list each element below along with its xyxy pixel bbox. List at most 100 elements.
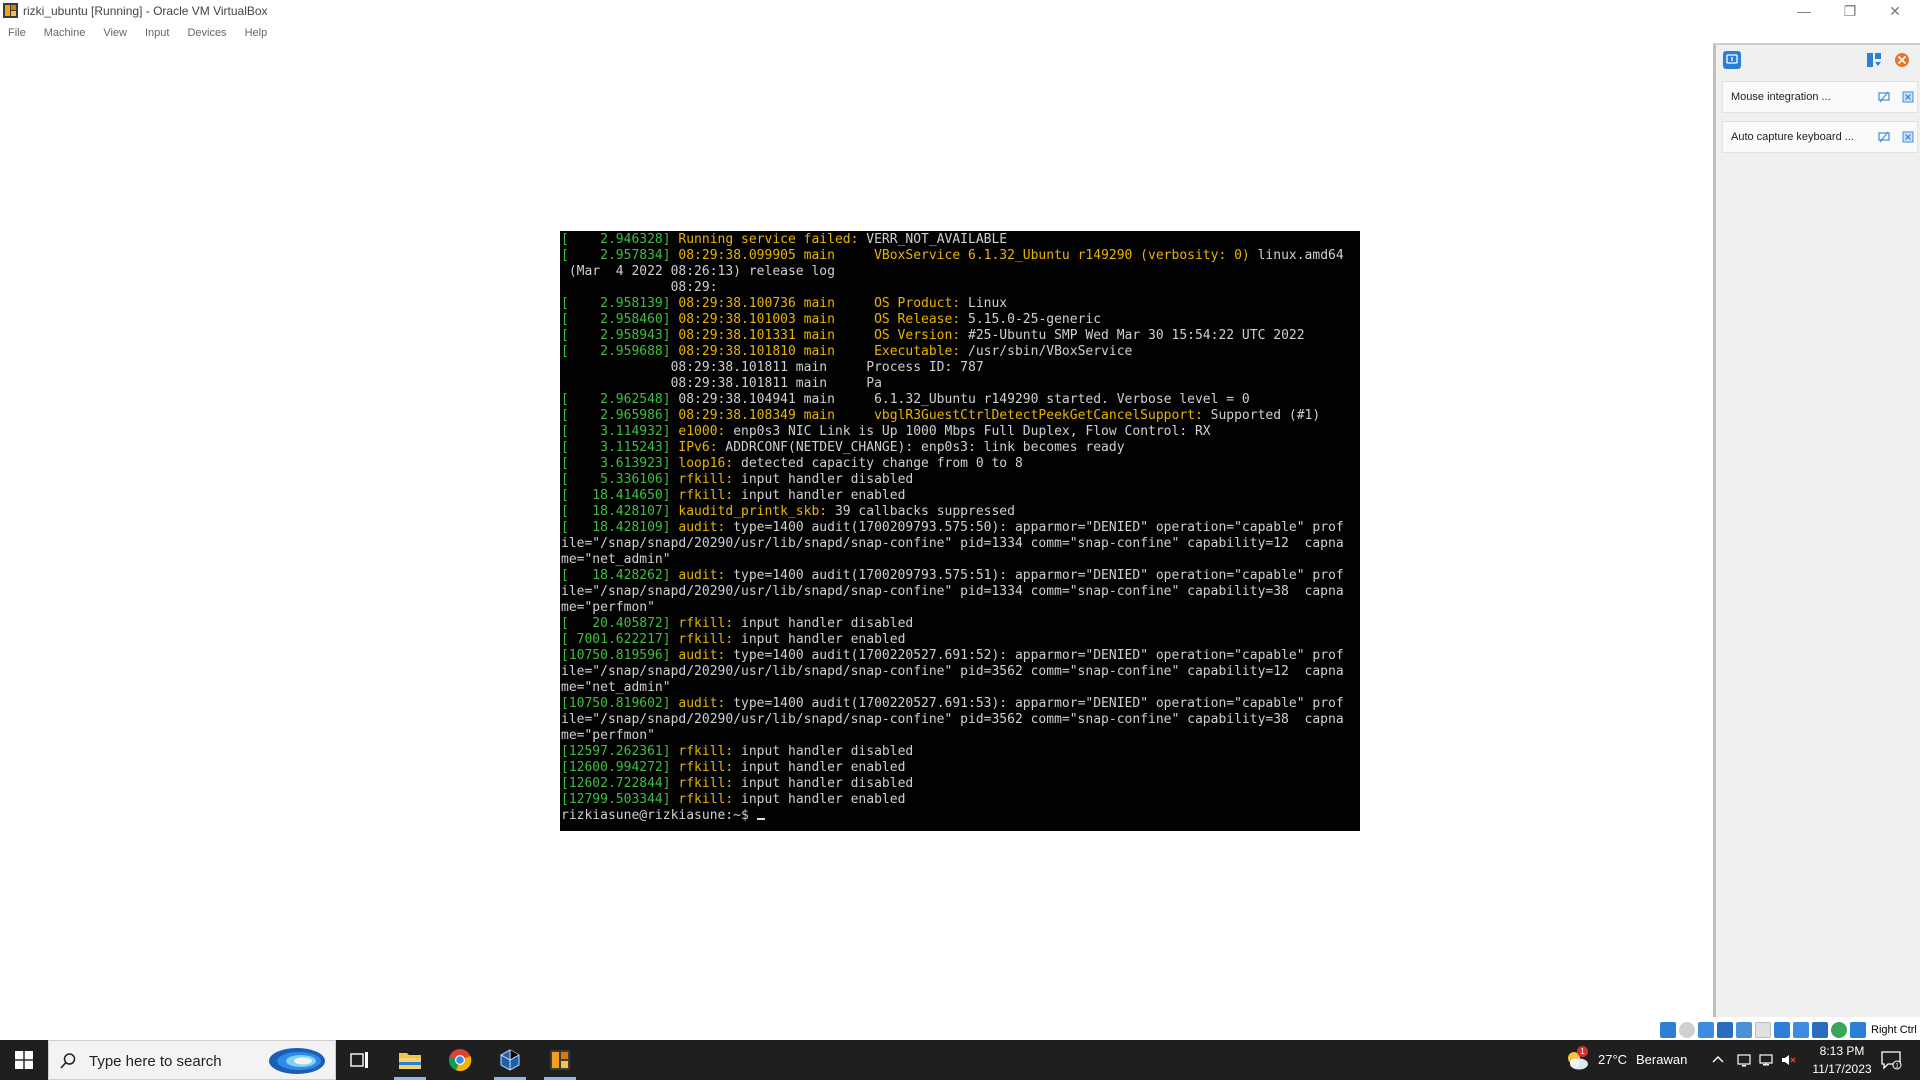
info-icon[interactable]: [1723, 51, 1741, 69]
close-notification-icon[interactable]: [1899, 128, 1917, 146]
console-line: [ 3.613923] loop16: detected capacity ch…: [561, 456, 1360, 472]
start-button[interactable]: [0, 1040, 48, 1080]
close-all-notifications-icon[interactable]: [1892, 51, 1912, 69]
recording-icon[interactable]: [1793, 1022, 1809, 1038]
shared-folders-icon[interactable]: [1755, 1022, 1771, 1038]
console-source: 08:29:38.101331 main OS Version:: [678, 328, 961, 343]
search-icon: [60, 1053, 76, 1069]
meet-now-icon[interactable]: [1736, 1052, 1752, 1068]
optical-drive-icon[interactable]: [1679, 1022, 1695, 1038]
close-button[interactable]: ✕: [1872, 0, 1918, 22]
volume-muted-icon[interactable]: [1780, 1052, 1796, 1068]
clock-date[interactable]: 11/17/2023: [1806, 1062, 1878, 1076]
keyboard-capture-icon[interactable]: [1850, 1022, 1866, 1038]
console-timestamp: [12600.994272]: [561, 760, 679, 775]
cpu-icon[interactable]: [1812, 1022, 1828, 1038]
mouse-integration-icon[interactable]: [1831, 1022, 1847, 1038]
console-line: ile="/snap/snapd/20290/usr/lib/snapd/sna…: [561, 712, 1360, 728]
console-message: detected capacity change from 0 to 8: [733, 456, 1023, 471]
console-message: 5.15.0-25-generic: [960, 312, 1102, 327]
menu-devices[interactable]: Devices: [181, 27, 232, 39]
host-key-label: Right Ctrl: [1871, 1024, 1917, 1036]
console-message: ile="/snap/snapd/20290/usr/lib/snapd/sna…: [561, 664, 1344, 679]
virtualbox-manager-button[interactable]: [486, 1040, 534, 1080]
shell-prompt[interactable]: rizkiasune@rizkiasune:~$: [561, 808, 1360, 824]
close-notification-icon[interactable]: [1899, 88, 1917, 106]
menu-file[interactable]: File: [2, 27, 32, 39]
menu-help[interactable]: Help: [239, 27, 274, 39]
console-message: Linux: [960, 296, 1008, 311]
console-source: rfkill:: [678, 744, 734, 759]
console-source: 08:29:38.101003 main OS Release:: [678, 312, 961, 327]
console-source: 08:29:38.099905 main VBoxService 6.1.32_…: [678, 248, 1250, 263]
notification-text: Auto capture keyboard ...: [1731, 131, 1854, 143]
network-icon[interactable]: [1717, 1022, 1733, 1038]
console-message: type=1400 audit(1700209793.575:51): appa…: [725, 568, 1344, 583]
console-timestamp: [ 18.428107]: [561, 504, 679, 519]
menu-machine[interactable]: Machine: [38, 27, 92, 39]
weather-condition[interactable]: Berawan: [1636, 1052, 1687, 1067]
task-view-button[interactable]: [336, 1040, 384, 1080]
console-line: ile="/snap/snapd/20290/usr/lib/snapd/sna…: [561, 584, 1360, 600]
console-line: me="perfmon": [561, 728, 1360, 744]
collapse-panel-icon[interactable]: [1864, 51, 1884, 69]
taskbar-search[interactable]: Type here to search: [48, 1040, 336, 1080]
chevron-up-icon[interactable]: [1710, 1052, 1726, 1068]
network-icon[interactable]: [1758, 1052, 1774, 1068]
console-message: 08:29:: [561, 280, 718, 295]
action-center-icon[interactable]: 1: [1880, 1050, 1902, 1070]
console-line: 08:29:38.101811 main Pa: [561, 376, 1360, 392]
prompt-text: rizkiasune@rizkiasune:~$: [561, 808, 757, 823]
virtualbox-vm-button[interactable]: [536, 1040, 584, 1080]
notification-auto-capture-keyboard[interactable]: Auto capture keyboard ...: [1722, 121, 1918, 153]
clock-time[interactable]: 8:13 PM: [1812, 1044, 1872, 1058]
weather-temperature[interactable]: 27°C: [1598, 1052, 1627, 1067]
menu-bar: File Machine View Input Devices Help: [0, 22, 1920, 44]
audio-icon[interactable]: [1698, 1022, 1714, 1038]
console-timestamp: [ 18.428262]: [561, 568, 679, 583]
console-timestamp: [12799.503344]: [561, 792, 679, 807]
console-timestamp: [ 2.958139]: [561, 296, 679, 311]
console-message: 08:29:38.101811 main Pa: [561, 376, 882, 391]
restore-button[interactable]: ❐: [1827, 0, 1873, 22]
console-timestamp: [ 2.959688]: [561, 344, 679, 359]
menu-view[interactable]: View: [97, 27, 133, 39]
console-line: [ 2.957834] 08:29:38.099905 main VBoxSer…: [561, 248, 1360, 264]
do-not-show-again-icon[interactable]: [1875, 88, 1893, 106]
chrome-icon: [449, 1049, 472, 1072]
console-line: [ 2.962548] 08:29:38.104941 main 6.1.32_…: [561, 392, 1360, 408]
menu-input[interactable]: Input: [139, 27, 175, 39]
console-timestamp: [ 20.405872]: [561, 616, 679, 631]
chrome-button[interactable]: [436, 1040, 484, 1080]
console-source: rfkill:: [678, 760, 734, 775]
console-line: [ 2.965986] 08:29:38.108349 main vbglR3G…: [561, 408, 1360, 424]
console-source: 08:29:38.108349 main vbglR3GuestCtrlDete…: [678, 408, 1203, 423]
file-explorer-button[interactable]: [386, 1040, 434, 1080]
do-not-show-again-icon[interactable]: [1875, 128, 1893, 146]
hard-disk-icon[interactable]: [1660, 1022, 1676, 1038]
console-timestamp: [10750.819602]: [561, 696, 679, 711]
display-icon[interactable]: [1774, 1022, 1790, 1038]
console-source: audit:: [678, 696, 726, 711]
console-line: [ 18.428109] audit: type=1400 audit(1700…: [561, 520, 1360, 536]
console-message: me="net_admin": [561, 552, 671, 567]
vm-status-bar: Right Ctrl: [1660, 1020, 1920, 1040]
notification-mouse-integration[interactable]: Mouse integration ...: [1722, 81, 1918, 113]
window-title: rizki_ubuntu [Running] - Oracle VM Virtu…: [23, 4, 268, 18]
minimize-button[interactable]: —: [1781, 0, 1827, 22]
usb-icon[interactable]: [1736, 1022, 1752, 1038]
panel-toolbar: [1716, 45, 1920, 79]
console-message: ADDRCONF(NETDEV_CHANGE): enp0s3: link be…: [717, 440, 1125, 455]
vm-display[interactable]: [ 2.946328] Running service failed: VERR…: [560, 231, 1360, 831]
console-message: input handler disabled: [733, 776, 914, 791]
console-line: [10750.819602] audit: type=1400 audit(17…: [561, 696, 1360, 712]
virtualbox-vm-icon: [3, 3, 18, 18]
console-line: me="net_admin": [561, 680, 1360, 696]
task-view-icon: [350, 1052, 368, 1068]
console-message: /usr/sbin/VBoxService: [960, 344, 1133, 359]
console-line: [12799.503344] rfkill: input handler ena…: [561, 792, 1360, 808]
console-timestamp: [12597.262361]: [561, 744, 679, 759]
console-timestamp: [ 18.414650]: [561, 488, 679, 503]
console-source: IPv6:: [678, 440, 718, 455]
console-line: [ 2.958943] 08:29:38.101331 main OS Vers…: [561, 328, 1360, 344]
